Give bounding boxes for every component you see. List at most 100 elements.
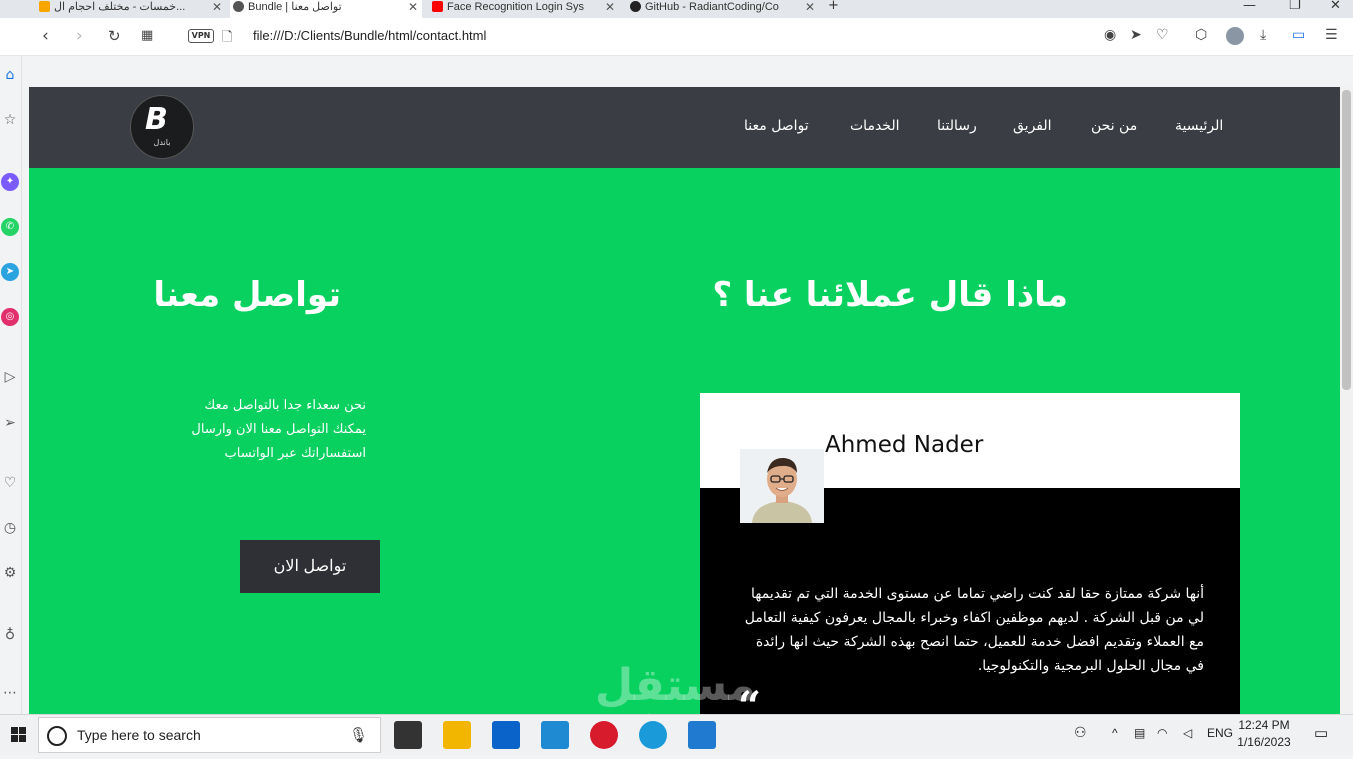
clock-date: 1/16/2023 (1237, 735, 1291, 749)
github-icon (630, 1, 641, 12)
more-icon[interactable]: ⋯ (1, 684, 19, 702)
globe-icon (233, 1, 244, 12)
edge-icon[interactable] (639, 721, 667, 749)
browser-tab-khamsat[interactable]: خمسات - مختلف احجام ال... ✕ (36, 0, 226, 18)
tab-label: GitHub - RadiantCoding/Co (645, 1, 779, 13)
start-button[interactable] (0, 715, 38, 755)
youtube-icon (432, 1, 443, 12)
opera-icon[interactable] (590, 721, 618, 749)
contact-title: تواصل معنا (153, 275, 341, 315)
page-viewport: B باندل الرئيسية من نحن الفريق رسالتنا ا… (29, 87, 1340, 714)
vscode-icon[interactable] (541, 721, 569, 749)
site-logo[interactable]: B باندل (130, 95, 194, 159)
nav-link-services[interactable]: الخدمات (850, 118, 900, 134)
contact-line: نحن سعداء جدا بالتواصل معك (204, 398, 366, 413)
tab-label: Face Recognition Login Sys (447, 1, 584, 13)
forward-icon[interactable]: › (76, 26, 83, 46)
remote-desktop-icon[interactable] (688, 721, 716, 749)
logo-mark: B (145, 102, 168, 137)
chevron-up-icon[interactable]: ^ (1112, 726, 1118, 740)
download-icon[interactable]: ⤓ (1260, 27, 1266, 43)
browser-sidebar: ⌂ ☆ ✦ ✆ ➤ ◎ ▷ ➢ ♡ ◷ ⚙ ♁ ⋯ (0, 56, 22, 714)
testimonial-card: Ahmed Nader أنها شركة ممتازة حقا لقد كنت… (700, 393, 1240, 714)
minimize-button[interactable]: — (1243, 0, 1256, 13)
microphone-icon[interactable]: 🎙 (349, 726, 368, 744)
home-icon[interactable]: ⌂ (1, 66, 19, 84)
close-icon[interactable]: ✕ (212, 0, 222, 14)
send-icon[interactable]: ➤ (1130, 27, 1142, 43)
taskbar-search[interactable]: Type here to search 🎙 (38, 717, 381, 753)
contact-line: استفساراتك عبر الواتساب (224, 446, 366, 461)
clock[interactable]: 12:24 PM 1/16/2023 (1233, 717, 1295, 751)
notifications-icon[interactable]: ▭ (1314, 724, 1328, 742)
browser-tab-youtube[interactable]: Face Recognition Login Sys ✕ (429, 0, 619, 18)
tabs-grid-icon[interactable]: ▦ (141, 28, 153, 43)
windows-icon (11, 727, 26, 742)
camera-icon[interactable]: ◉ (1104, 27, 1116, 43)
browser-tab-strip: خمسات - مختلف احجام ال... ✕ Bundle | توا… (0, 0, 1353, 18)
khamsat-icon (39, 1, 50, 12)
quote-icon: “ (738, 683, 762, 715)
scrollbar-thumb[interactable] (1342, 90, 1351, 390)
send-icon[interactable]: ➢ (1, 414, 19, 432)
client-name: Ahmed Nader (825, 432, 984, 458)
clock-time: 12:24 PM (1238, 718, 1290, 732)
browser-tab-github[interactable]: GitHub - RadiantCoding/Co ✕ (627, 0, 819, 18)
taskbar: Type here to search 🎙 ⚇ ^ ▤ ◠ ◁ ENG 12:2… (0, 714, 1353, 754)
instagram-icon[interactable]: ◎ (1, 308, 19, 326)
nav-link-mission[interactable]: رسالتنا (937, 118, 977, 134)
tab-label: Bundle | تواصل معنا (248, 1, 342, 13)
volume-icon[interactable]: ◁ (1183, 726, 1192, 740)
reload-icon[interactable]: ↻ (108, 27, 121, 45)
vpn-badge[interactable]: VPN (188, 29, 214, 43)
heart-icon[interactable]: ♡ (1156, 27, 1169, 43)
nav-link-home[interactable]: الرئيسية (1175, 118, 1223, 134)
file-explorer-icon[interactable] (443, 721, 471, 749)
messenger-icon[interactable]: ✦ (1, 173, 19, 191)
file-icon: 🗋 (222, 30, 233, 45)
new-tab-button[interactable]: + (828, 0, 839, 13)
battery-icon[interactable]: ▭ (1292, 27, 1305, 43)
search-circle-icon (47, 726, 67, 746)
settings-icon[interactable]: ⚙ (1, 564, 19, 582)
heart-icon[interactable]: ♡ (1, 474, 19, 492)
browser-tab-bundle[interactable]: Bundle | تواصل معنا ✕ (230, 0, 422, 18)
close-icon[interactable]: ✕ (408, 0, 418, 14)
close-icon[interactable]: ✕ (605, 0, 615, 14)
people-icon[interactable]: ⚇ (1074, 724, 1087, 741)
logo-text: باندل (153, 138, 171, 147)
nav-link-contact[interactable]: تواصل معنا (744, 118, 809, 134)
nav-link-about[interactable]: من نحن (1091, 118, 1137, 134)
history-icon[interactable]: ◷ (1, 519, 19, 537)
close-window-button[interactable]: ✕ (1330, 0, 1341, 13)
bulb-icon[interactable]: ♁ (1, 626, 19, 644)
url-field[interactable]: file:///D:/Clients/Bundle/html/contact.h… (253, 28, 486, 43)
language-indicator[interactable]: ENG (1207, 726, 1233, 740)
store-icon[interactable] (394, 721, 422, 749)
star-icon[interactable]: ☆ (1, 111, 19, 129)
maximize-button[interactable]: ❐ (1289, 0, 1301, 13)
person-photo-icon (740, 449, 824, 523)
nav-link-team[interactable]: الفريق (1013, 118, 1052, 134)
close-icon[interactable]: ✕ (805, 0, 815, 14)
tab-label: خمسات - مختلف احجام ال... (54, 1, 186, 13)
back-icon[interactable]: ‹ (42, 26, 49, 46)
menu-icon[interactable]: ☰ (1325, 27, 1338, 43)
mail-icon[interactable] (492, 721, 520, 749)
telegram-icon[interactable]: ➤ (1, 263, 19, 281)
wifi-icon[interactable]: ◠ (1157, 726, 1167, 740)
player-icon[interactable]: ▷ (1, 368, 19, 386)
contact-now-button[interactable]: تواصل الان (240, 540, 380, 593)
contact-text: نحن سعداء جدا بالتواصل معك يمكنك التواصل… (149, 394, 366, 466)
network-icon[interactable]: ▤ (1134, 726, 1145, 740)
site-header: B باندل الرئيسية من نحن الفريق رسالتنا ا… (29, 87, 1340, 168)
testimonial-quote: أنها شركة ممتازة حقا لقد كنت راضي تماما … (744, 586, 1204, 674)
avatar (740, 449, 824, 523)
profile-icon[interactable] (1226, 27, 1244, 45)
address-bar: ‹ › ↻ ▦ VPN 🗋 file:///D:/Clients/Bundle/… (0, 18, 1353, 56)
cube-icon[interactable]: ⬡ (1195, 27, 1207, 43)
search-placeholder: Type here to search (77, 727, 201, 743)
whatsapp-icon[interactable]: ✆ (1, 218, 19, 236)
testimonials-title: ماذا قال عملائنا عنا ؟ (712, 275, 1068, 315)
contact-line: يمكنك التواصل معنا الان وارسال (191, 422, 366, 437)
